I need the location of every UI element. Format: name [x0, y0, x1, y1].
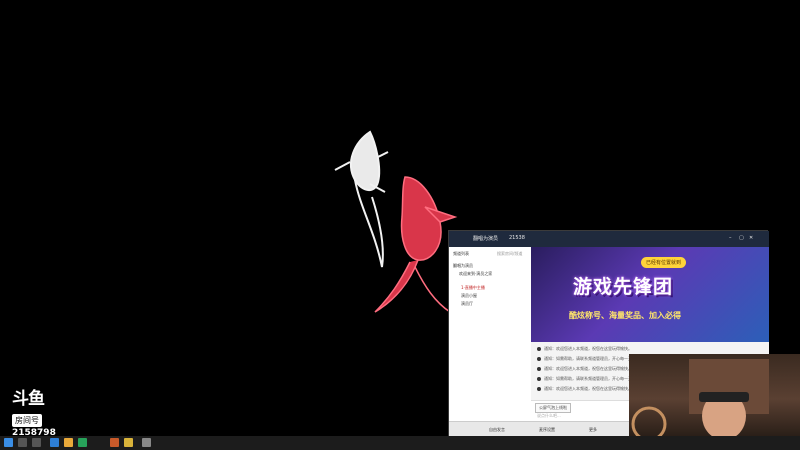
- close-icon[interactable]: ✕: [749, 235, 753, 241]
- douyu-watermark: 斗鱼 房间号 2158798: [12, 390, 62, 438]
- mic-queue-button[interactable]: 麦序设置: [539, 427, 555, 433]
- channel-list-header: 频道列表: [453, 251, 469, 256]
- banner-subtitle: 酷炫称号、海量奖品、加入必得: [569, 311, 681, 320]
- chat-message: 通知：欢迎您进入本频道，祝您在这里玩得愉快。: [537, 366, 632, 372]
- channel-search-hint[interactable]: 搜索房间/频道: [497, 251, 522, 257]
- room-id: 21538: [509, 235, 525, 241]
- info-icon: [537, 387, 541, 391]
- webcam-person: [631, 359, 769, 436]
- info-icon: [537, 357, 541, 361]
- app-icon[interactable]: [78, 438, 87, 447]
- chat-input[interactable]: 说点什么吧...: [537, 413, 561, 419]
- notice-pill[interactable]: 已经有位置就到: [641, 257, 687, 268]
- chat-message: 通知：如需帮助，请联系频道管理员，开心每一天！: [537, 376, 636, 382]
- channel-item[interactable]: 欢迎来到·演员之家: [459, 271, 492, 277]
- room-label: 房间号: [12, 414, 42, 427]
- edge-icon[interactable]: [50, 438, 59, 447]
- maximize-icon[interactable]: ▢: [739, 235, 744, 241]
- minimize-icon[interactable]: –: [729, 235, 732, 241]
- bubble-button[interactable]: 公屏气泡上线啦: [535, 403, 571, 413]
- more-button[interactable]: 更多: [589, 427, 597, 433]
- window-titlebar[interactable]: 翻唱为演员 21538 ✕ ▢ –: [449, 231, 769, 247]
- channel-list-panel: 频道列表 搜索房间/频道 翻唱为演员 欢迎来到·演员之家 1·直播中主播 演员小…: [449, 247, 532, 421]
- task-view-icon[interactable]: [32, 438, 41, 447]
- chat-message: 通知：欢迎您进入本频道，祝您在这里玩得愉快。: [537, 346, 632, 352]
- promo-banner[interactable]: 已经有位置就到 游戏先锋团 酷炫称号、海量奖品、加入必得: [531, 247, 769, 342]
- windows-start-icon[interactable]: [4, 438, 13, 447]
- app-icon[interactable]: [110, 438, 119, 447]
- douyu-logo: 斗鱼: [12, 389, 45, 409]
- channel-item[interactable]: 1·直播中主播: [461, 285, 485, 291]
- chat-message: 通知：欢迎您进入本频道，祝您在这里玩得愉快。: [537, 386, 632, 392]
- windows-taskbar: [0, 436, 800, 450]
- banner-title: 游戏先锋团: [573, 276, 674, 298]
- chrome-icon[interactable]: [64, 438, 73, 447]
- channel-item[interactable]: 翻唱为演员: [453, 263, 473, 269]
- info-icon: [537, 347, 541, 351]
- search-icon[interactable]: [18, 438, 27, 447]
- obs-icon[interactable]: [142, 438, 151, 447]
- yy-app-icon[interactable]: [124, 438, 133, 447]
- webcam-overlay: [629, 354, 800, 436]
- info-icon: [537, 367, 541, 371]
- channel-item[interactable]: 演员厅: [461, 301, 473, 307]
- channel-item[interactable]: 演员小屋: [461, 293, 477, 299]
- chat-message: 通知：如需帮助，请联系频道管理员，开心每一天！: [537, 356, 636, 362]
- mic-mode-button[interactable]: 自由发言: [489, 427, 505, 433]
- info-icon: [537, 377, 541, 381]
- window-title: 翻唱为演员: [473, 236, 499, 242]
